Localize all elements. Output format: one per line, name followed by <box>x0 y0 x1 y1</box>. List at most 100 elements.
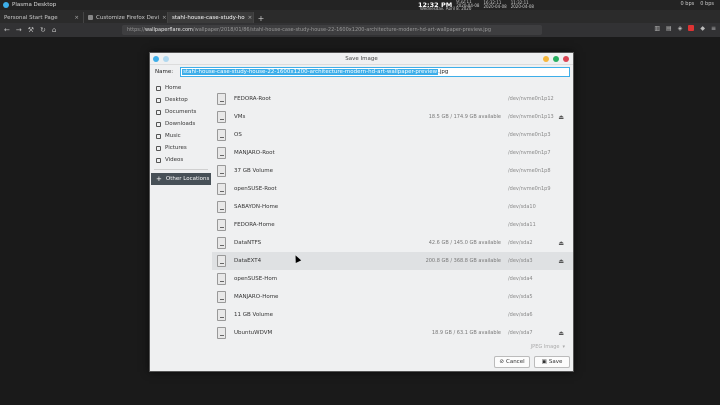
file-type-select[interactable]: JPEG Image ▾ <box>531 344 565 350</box>
volume-device: /dev/sda4 <box>508 276 533 282</box>
eject-icon[interactable]: ⏏ <box>558 258 564 265</box>
volume-device: /dev/nvme0n1p12 <box>508 96 554 102</box>
library-icon[interactable]: ▥ <box>654 25 660 32</box>
save-label: Save <box>548 359 563 365</box>
downloads-icon <box>156 121 161 127</box>
save-button[interactable]: ▣ Save <box>534 356 570 368</box>
tab-customize-firefox[interactable]: Customize Firefox Devi × <box>84 12 168 23</box>
sidebar-item-label: Home <box>165 85 182 91</box>
filename-selected: stahl-house-case-study-house-22-1600x120… <box>182 69 439 75</box>
volume-device: /dev/nvme0n1p7 <box>508 150 551 156</box>
volume-name: DataNTFS <box>234 240 262 246</box>
volume-size: 200.8 GB / 368.8 GB available <box>425 258 501 264</box>
home-icon <box>156 85 161 91</box>
drive-icon <box>217 237 226 249</box>
music-icon <box>156 133 161 139</box>
filename-ext: .jpg <box>438 69 449 75</box>
pin-icon[interactable] <box>163 56 169 62</box>
sidebar-item-music[interactable]: Music <box>151 130 211 142</box>
app-title: Plasma Desktop <box>12 2 57 8</box>
volume-device: /dev/sda7 <box>508 330 533 336</box>
url-domain: wallpaperflare.com <box>144 27 193 33</box>
list-top-edge <box>212 82 573 90</box>
volume-device: /dev/sda2 <box>508 240 533 246</box>
close-icon[interactable] <box>563 56 569 62</box>
url-bar[interactable]: https:// wallpaperflare.com /wallpaper/2… <box>122 25 542 35</box>
home-icon[interactable]: ⌂ <box>52 26 56 34</box>
sidebar-item-label: Desktop <box>165 97 188 103</box>
eject-icon[interactable]: ⏏ <box>558 240 564 247</box>
drive-icon <box>217 219 226 231</box>
url-prefix: https:// <box>127 27 145 33</box>
close-icon[interactable]: × <box>162 15 167 21</box>
sidebar-item-other-locations[interactable]: + Other Locations <box>151 173 211 185</box>
back-icon[interactable]: ← <box>4 26 10 34</box>
list-item[interactable]: MANJARO-Home/dev/sda5 <box>212 288 573 306</box>
sidebar-item-downloads[interactable]: Downloads <box>151 118 211 130</box>
sidebar-item-videos[interactable]: Videos <box>151 154 211 166</box>
maximize-icon[interactable] <box>553 56 559 62</box>
name-row: Name: stahl-house-case-study-house-22-16… <box>150 66 575 78</box>
extension-icon[interactable]: ◆ <box>700 25 705 32</box>
list-item[interactable]: openSUSE-Hom/dev/sda4 <box>212 270 573 288</box>
sidebar-item-documents[interactable]: Documents <box>151 106 211 118</box>
reload-icon[interactable]: ↻ <box>40 26 46 34</box>
list-item[interactable]: FEDORA-Home/dev/sda11 <box>212 216 573 234</box>
close-icon[interactable]: × <box>248 15 253 21</box>
volume-name: 37 GB Volume <box>234 168 273 174</box>
drive-icon <box>217 309 226 321</box>
list-item[interactable]: MANJARO-Root/dev/nvme0n1p7 <box>212 144 573 162</box>
drive-icon <box>217 291 226 303</box>
sidebar-item-home[interactable]: Home <box>151 82 211 94</box>
sidebar-item-desktop[interactable]: Desktop <box>151 94 211 106</box>
save-image-dialog: Save Image Name: stahl-house-case-study-… <box>149 52 574 372</box>
volume-device: /dev/nvme0n1p8 <box>508 168 551 174</box>
sidebar-icon[interactable]: ▤ <box>666 25 672 32</box>
filename-input[interactable]: stahl-house-case-study-house-22-1600x120… <box>180 67 571 77</box>
volume-name: DataEXT4 <box>234 258 262 264</box>
shield-icon[interactable]: ◈ <box>678 25 683 32</box>
volume-name: MANJARO-Home <box>234 294 279 300</box>
dialog-title: Save Image <box>345 55 378 62</box>
list-item[interactable]: OS/dev/nvme0n1p3 <box>212 126 573 144</box>
volume-name: FEDORA-Home <box>234 222 275 228</box>
close-icon[interactable]: × <box>74 15 79 21</box>
list-item[interactable]: 37 GB Volume/dev/nvme0n1p8 <box>212 162 573 180</box>
volume-device: /dev/nvme0n1p9 <box>508 186 551 192</box>
save-icon: ▣ <box>541 359 547 365</box>
list-item[interactable]: 11 GB Volume/dev/sda6 <box>212 306 573 324</box>
list-item[interactable]: DataEXT4 200.8 GB / 368.8 GB available/de… <box>212 252 573 270</box>
new-tab-button[interactable]: + <box>254 14 268 23</box>
minimize-icon[interactable] <box>543 56 549 62</box>
list-item[interactable]: VMs 18.5 GB / 174.9 GB available/dev/nvme… <box>212 108 573 126</box>
sidebar-divider <box>154 169 208 170</box>
tab-stahl-house[interactable]: stahl-house-case-study-ho × <box>168 12 254 23</box>
drive-icon <box>217 327 226 339</box>
plus-icon: + <box>156 175 162 183</box>
list-item[interactable]: FEDORA-Root/dev/nvme0n1p12 <box>212 90 573 108</box>
app-menu[interactable]: Plasma Desktop <box>0 2 120 8</box>
clock-3-date: 2020-04-08 <box>483 4 507 9</box>
cancel-button[interactable]: ⊘ Cancel <box>494 356 530 368</box>
volume-name: openSUSE-Root <box>234 186 277 192</box>
tab-personal-start[interactable]: Personal Start Page × <box>0 12 84 23</box>
window-menu-icon[interactable] <box>153 56 159 62</box>
list-item[interactable]: SABAYON-Home/dev/sda10 <box>212 198 573 216</box>
wrench-icon[interactable]: ⚒ <box>28 26 34 34</box>
menu-icon[interactable]: ≡ <box>711 25 716 32</box>
forward-icon[interactable]: → <box>16 26 22 34</box>
sidebar-item-pictures[interactable]: Pictures <box>151 142 211 154</box>
documents-icon <box>156 109 161 115</box>
volume-name: openSUSE-Hom <box>234 276 278 282</box>
eject-icon[interactable]: ⏏ <box>558 114 564 121</box>
volume-device: /dev/sda10 <box>508 204 536 210</box>
list-item[interactable]: DataNTFS 42.6 GB / 145.0 GB available/dev… <box>212 234 573 252</box>
list-item[interactable]: openSUSE-Root/dev/nvme0n1p9 <box>212 180 573 198</box>
toolbar-right: ▥ ▤ ◈ ◆ ≡ <box>654 25 716 32</box>
list-item[interactable]: UbuntuWDVM 18.9 GB / 63.1 GB available/de… <box>212 324 573 340</box>
tab-label: stahl-house-case-study-ho <box>172 14 245 21</box>
network-monitor[interactable]: 0 bps 0 bps <box>681 1 714 7</box>
drive-icon <box>217 129 226 141</box>
addon-icon[interactable] <box>688 25 695 31</box>
eject-icon[interactable]: ⏏ <box>558 330 564 337</box>
